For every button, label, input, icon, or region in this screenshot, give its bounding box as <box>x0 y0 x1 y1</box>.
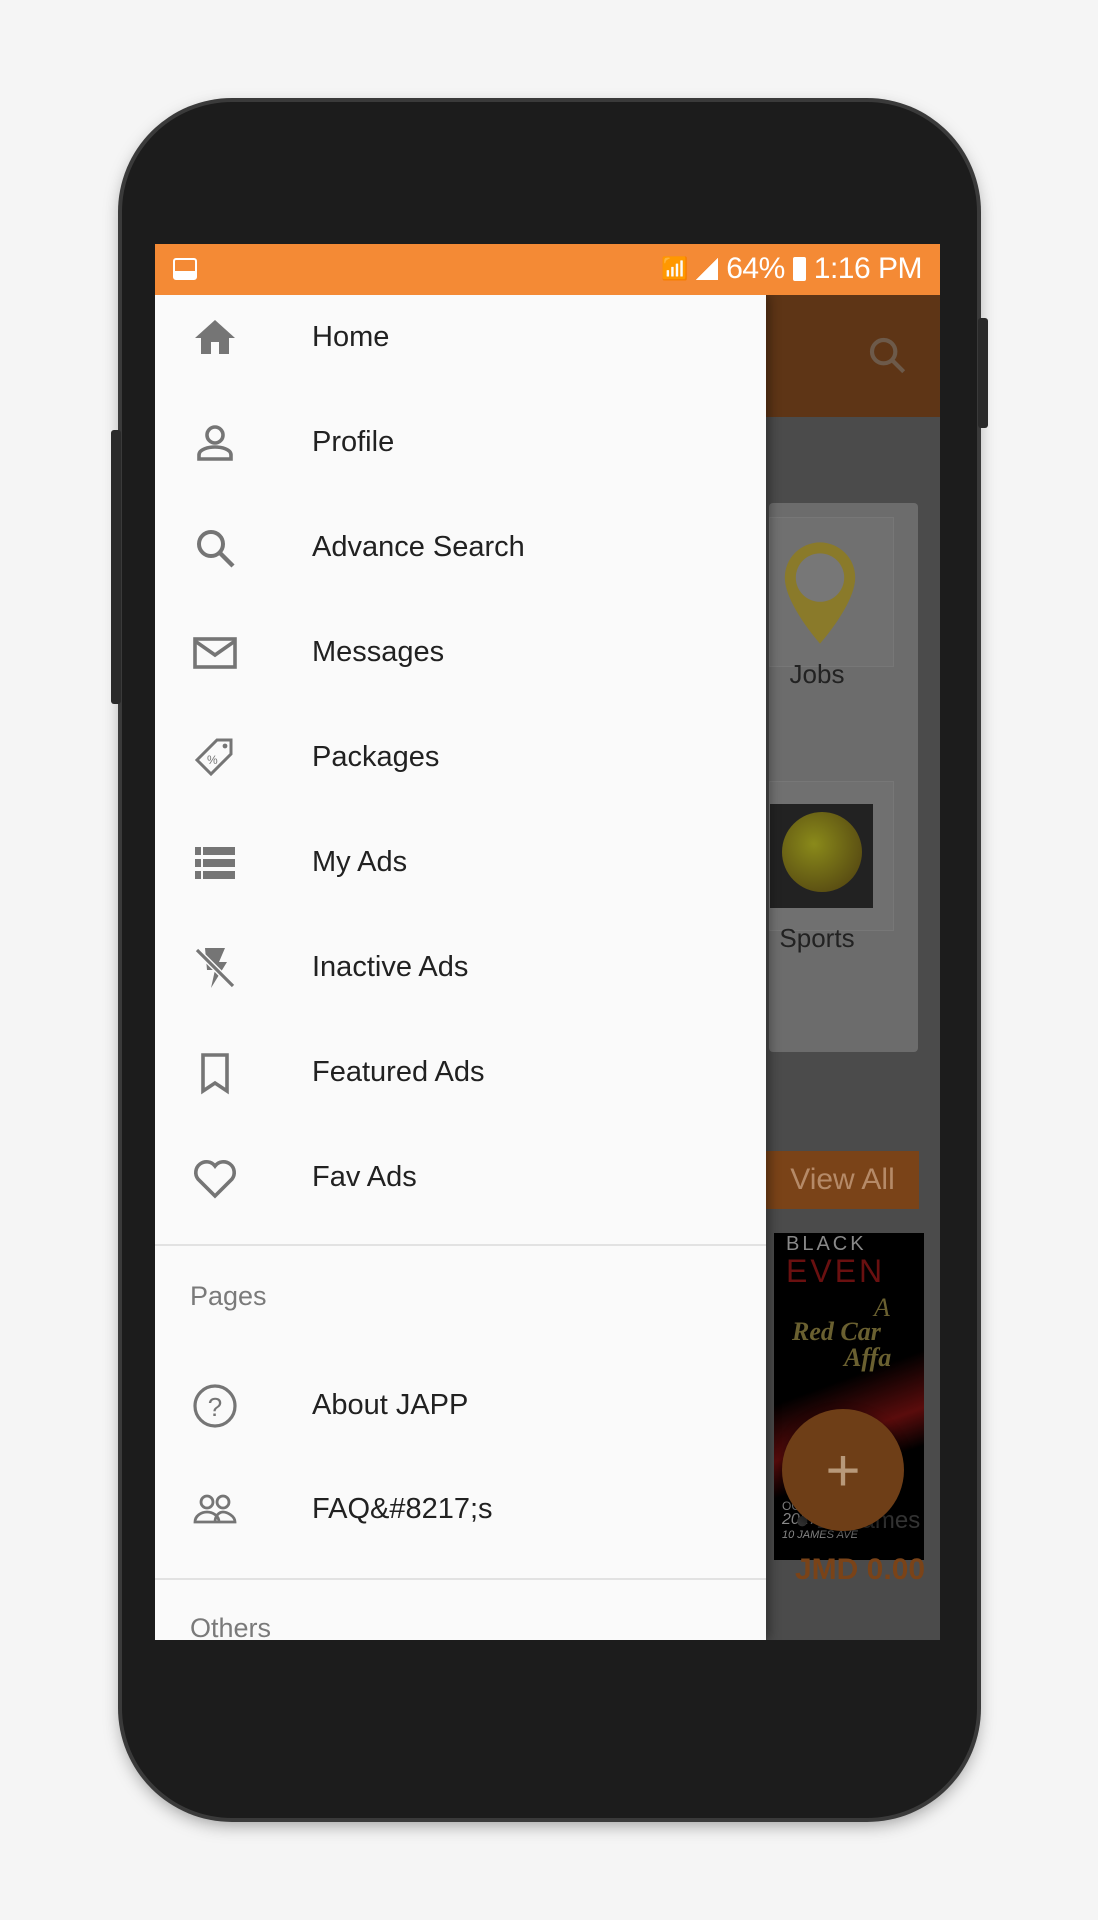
signal-icon <box>696 258 719 280</box>
divider <box>155 1244 766 1246</box>
drawer-item-my-ads[interactable]: My Ads <box>155 810 766 915</box>
drawer-item-messages[interactable]: Messages <box>155 600 766 705</box>
drawer-item-label: My Ads <box>312 846 408 878</box>
status-bar: 📶 64% 1:16 PM <box>155 244 940 295</box>
drawer-item-label: Featured Ads <box>312 1056 485 1088</box>
drawer-item-label: Home <box>312 321 390 353</box>
volume-button <box>111 430 121 704</box>
football-image <box>770 804 873 908</box>
navigation-drawer: Home Profile Advance Search Messages % P… <box>155 295 766 1640</box>
bookmark-icon <box>201 1052 229 1094</box>
view-all-button[interactable]: View All <box>766 1151 919 1209</box>
location-pin-icon <box>784 542 856 644</box>
section-header-others: Others <box>190 1613 272 1640</box>
heart-icon <box>194 1159 236 1199</box>
screen: 📶 64% 1:16 PM Jobs Sports View All BLACK… <box>155 244 940 1640</box>
drawer-item-label: Fav Ads <box>312 1161 417 1193</box>
clock: 1:16 PM <box>813 252 923 285</box>
poster-text: EVEN <box>786 1253 886 1289</box>
list-icon <box>195 846 235 879</box>
search-icon[interactable] <box>867 335 907 375</box>
drawer-item-featured-ads[interactable]: Featured Ads <box>155 1020 766 1125</box>
category-jobs-image[interactable] <box>769 517 894 667</box>
search-icon <box>197 529 235 568</box>
drawer-item-fav-ads[interactable]: Fav Ads <box>155 1125 766 1230</box>
battery-icon <box>792 257 806 281</box>
flash-off-icon <box>194 947 236 988</box>
drawer-item-faq[interactable]: FAQ&#8217;s <box>155 1457 766 1562</box>
home-icon <box>195 319 235 354</box>
tag-icon: % <box>194 738 233 776</box>
drawer-item-home[interactable]: Home <box>155 285 766 390</box>
drawer-item-profile[interactable]: Profile <box>155 390 766 495</box>
category-sports-image[interactable] <box>769 781 894 931</box>
drawer-item-label: About JAPP <box>312 1389 469 1421</box>
drawer-item-about[interactable]: ? About JAPP <box>155 1353 766 1458</box>
drawer-item-label: Messages <box>312 636 445 668</box>
drawer-item-label: Packages <box>312 741 440 773</box>
drawer-item-label: Inactive Ads <box>312 951 469 983</box>
image-notification-icon <box>173 258 197 280</box>
drawer-item-label: Advance Search <box>312 531 525 563</box>
drawer-item-packages[interactable]: % Packages <box>155 705 766 810</box>
divider <box>155 1578 766 1580</box>
poster-text: Affa <box>844 1343 892 1372</box>
drawer-item-label: Profile <box>312 426 395 458</box>
help-icon: ? <box>193 1383 237 1428</box>
add-ad-fab[interactable]: + <box>782 1409 904 1531</box>
ad-price: JMD 0.00 <box>795 1553 926 1586</box>
section-header-pages: Pages <box>190 1281 267 1311</box>
person-icon <box>197 424 233 461</box>
svg-text:?: ? <box>208 1392 222 1422</box>
drawer-item-inactive-ads[interactable]: Inactive Ads <box>155 915 766 1020</box>
wifi-icon: 📶 <box>661 256 689 281</box>
power-button <box>978 318 988 428</box>
drawer-item-advance-search[interactable]: Advance Search <box>155 495 766 600</box>
people-icon <box>193 1494 237 1523</box>
mail-icon <box>193 636 237 669</box>
battery-percent: 64% <box>726 252 785 285</box>
drawer-item-label: FAQ&#8217;s <box>312 1493 493 1525</box>
svg-text:%: % <box>207 753 218 767</box>
